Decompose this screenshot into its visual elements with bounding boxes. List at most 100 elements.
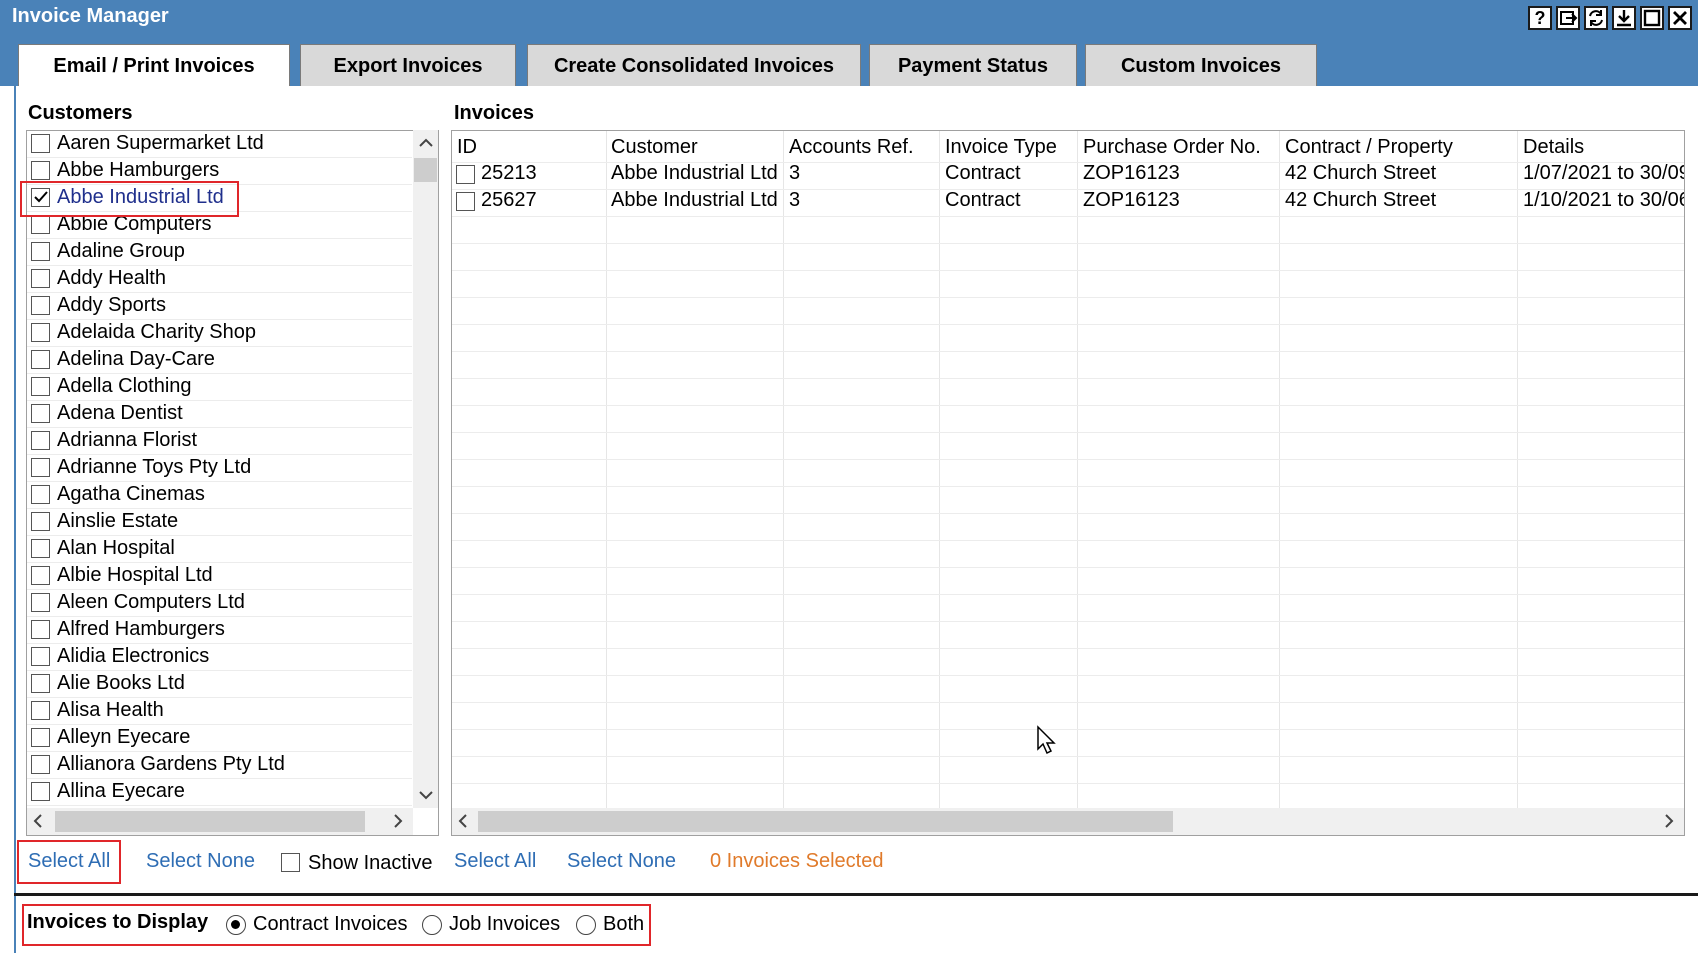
- customer-checkbox[interactable]: [31, 350, 50, 369]
- customers-select-none-link[interactable]: Select None: [146, 850, 255, 873]
- customer-list-item[interactable]: Ainslie Estate: [27, 509, 412, 536]
- customer-checkbox[interactable]: [31, 593, 50, 612]
- customer-list-item[interactable]: Adrianne Toys Pty Ltd: [27, 455, 412, 482]
- column-header-invoice-type[interactable]: Invoice Type: [945, 136, 1057, 159]
- customer-label: Agatha Cinemas: [57, 483, 205, 505]
- radio-job-invoices-label: Job Invoices: [449, 913, 561, 935]
- export-icon[interactable]: [1556, 6, 1580, 30]
- customer-label: Adelaida Charity Shop: [57, 321, 257, 343]
- chevron-up-icon[interactable]: [414, 135, 437, 153]
- tab-create-consolidated-invoices[interactable]: Create Consolidated Invoices: [527, 44, 861, 86]
- column-header-details[interactable]: Details: [1523, 136, 1584, 159]
- customer-list-item[interactable]: Albie Hospital Ltd: [27, 563, 412, 590]
- help-icon[interactable]: ?: [1528, 6, 1552, 30]
- customer-checkbox[interactable]: [31, 269, 50, 288]
- radio-both[interactable]: [576, 915, 596, 935]
- invoice-row-checkbox[interactable]: [456, 192, 475, 211]
- customer-checkbox[interactable]: [31, 323, 50, 342]
- customer-checkbox[interactable]: [31, 485, 50, 504]
- close-icon[interactable]: [1668, 6, 1692, 30]
- chevron-right-icon[interactable]: [1664, 814, 1674, 833]
- customer-list-item[interactable]: Adelaida Charity Shop: [27, 320, 412, 347]
- customer-list-item[interactable]: Alan Hospital: [27, 536, 412, 563]
- refresh-icon[interactable]: [1584, 6, 1608, 30]
- tab-payment-status[interactable]: Payment Status: [869, 44, 1077, 86]
- customer-list-item[interactable]: Alie Books Ltd: [27, 671, 412, 698]
- customer-list-item[interactable]: Alleyn Eyecare: [27, 725, 412, 752]
- row-divider: [452, 729, 1684, 730]
- row-divider: [452, 216, 1684, 217]
- customer-list-hscroll-thumb[interactable]: [55, 811, 365, 832]
- customer-label: Aleen Computers Ltd: [57, 591, 245, 613]
- customer-list-item[interactable]: Adrianna Florist: [27, 428, 412, 455]
- column-header-contract-property[interactable]: Contract / Property: [1285, 136, 1453, 159]
- customer-checkbox[interactable]: [31, 134, 50, 153]
- customer-list-item[interactable]: Adelina Day-Care: [27, 347, 412, 374]
- customer-checkbox[interactable]: [31, 296, 50, 315]
- customer-list-item[interactable]: Addy Sports: [27, 293, 412, 320]
- customer-list-item[interactable]: Addy Health: [27, 266, 412, 293]
- invoices-grid-hscroll-thumb[interactable]: [478, 811, 1173, 832]
- customer-checkbox[interactable]: [31, 539, 50, 558]
- chevron-left-icon[interactable]: [458, 814, 468, 833]
- customer-checkbox[interactable]: [31, 242, 50, 261]
- customer-checkbox[interactable]: [31, 161, 50, 180]
- customer-label: Adella Clothing: [57, 375, 192, 397]
- customer-checkbox[interactable]: [31, 458, 50, 477]
- radio-contract-invoices[interactable]: [226, 915, 246, 935]
- customer-checkbox[interactable]: [31, 647, 50, 666]
- customer-checkbox[interactable]: [31, 215, 50, 234]
- customer-checkbox[interactable]: [31, 620, 50, 639]
- customer-list-vscroll-thumb[interactable]: [414, 158, 437, 182]
- customer-list[interactable]: Aaren Supermarket Ltd Abbe Hamburgers Abbe…: [26, 130, 439, 836]
- column-header-id[interactable]: ID: [457, 136, 477, 159]
- customer-list-item[interactable]: Aleen Computers Ltd: [27, 590, 412, 617]
- customer-list-item[interactable]: Adella Clothing: [27, 374, 412, 401]
- customer-label: Alleyn Eyecare: [57, 726, 191, 748]
- column-divider: [606, 131, 607, 809]
- chevron-left-icon[interactable]: [33, 814, 43, 833]
- customer-checkbox[interactable]: [31, 431, 50, 450]
- show-inactive-checkbox[interactable]: [281, 853, 300, 872]
- customer-list-item[interactable]: Agatha Cinemas: [27, 482, 412, 509]
- row-divider: [452, 540, 1684, 541]
- customer-list-item[interactable]: Adaline Group: [27, 239, 412, 266]
- column-header-customer[interactable]: Customer: [611, 136, 698, 159]
- tab-export-invoices[interactable]: Export Invoices: [300, 44, 516, 86]
- tab-email-print-invoices[interactable]: Email / Print Invoices: [18, 44, 290, 87]
- customer-list-item[interactable]: Alfred Hamburgers: [27, 617, 412, 644]
- chevron-down-icon[interactable]: [414, 787, 437, 805]
- column-header-purchase-order[interactable]: Purchase Order No.: [1083, 136, 1261, 159]
- customer-checkbox[interactable]: [31, 404, 50, 423]
- customer-list-item[interactable]: Allianora Gardens Pty Ltd: [27, 752, 412, 779]
- invoice-accounts-ref: 3: [789, 189, 801, 211]
- radio-job-invoices[interactable]: [422, 915, 442, 935]
- customer-list-item[interactable]: Allina Eyecare: [27, 779, 412, 806]
- row-divider: [452, 432, 1684, 433]
- customer-list-vscroll[interactable]: [413, 130, 438, 808]
- invoices-select-none-link[interactable]: Select None: [567, 850, 676, 873]
- invoices-selected-count: 0 Invoices Selected: [710, 850, 884, 872]
- customer-checkbox[interactable]: [31, 755, 50, 774]
- chevron-right-icon[interactable]: [393, 814, 403, 833]
- maximize-icon[interactable]: [1640, 6, 1664, 30]
- customer-list-item[interactable]: Aaren Supermarket Ltd: [27, 131, 412, 158]
- invoices-grid[interactable]: ID Customer Accounts Ref. Invoice Type P…: [451, 130, 1685, 836]
- customer-list-item[interactable]: Adena Dentist: [27, 401, 412, 428]
- tab-custom-invoices[interactable]: Custom Invoices: [1085, 44, 1317, 86]
- customer-checkbox[interactable]: [31, 512, 50, 531]
- customer-list-item[interactable]: Alidia Electronics: [27, 644, 412, 671]
- customer-checkbox[interactable]: [31, 377, 50, 396]
- customer-checkbox[interactable]: [31, 728, 50, 747]
- invoice-row-checkbox[interactable]: [456, 165, 475, 184]
- customer-checkbox[interactable]: [31, 701, 50, 720]
- customer-list-item[interactable]: Alisa Health: [27, 698, 412, 725]
- customer-checkbox[interactable]: [31, 566, 50, 585]
- invoices-select-all-link[interactable]: Select All: [454, 850, 536, 873]
- customer-checkbox[interactable]: [31, 674, 50, 693]
- customers-select-all-link[interactable]: Select All: [28, 850, 110, 873]
- column-header-accounts-ref[interactable]: Accounts Ref.: [789, 136, 914, 159]
- download-icon[interactable]: [1612, 6, 1636, 30]
- customer-checkbox[interactable]: [31, 782, 50, 801]
- column-divider: [939, 131, 940, 809]
